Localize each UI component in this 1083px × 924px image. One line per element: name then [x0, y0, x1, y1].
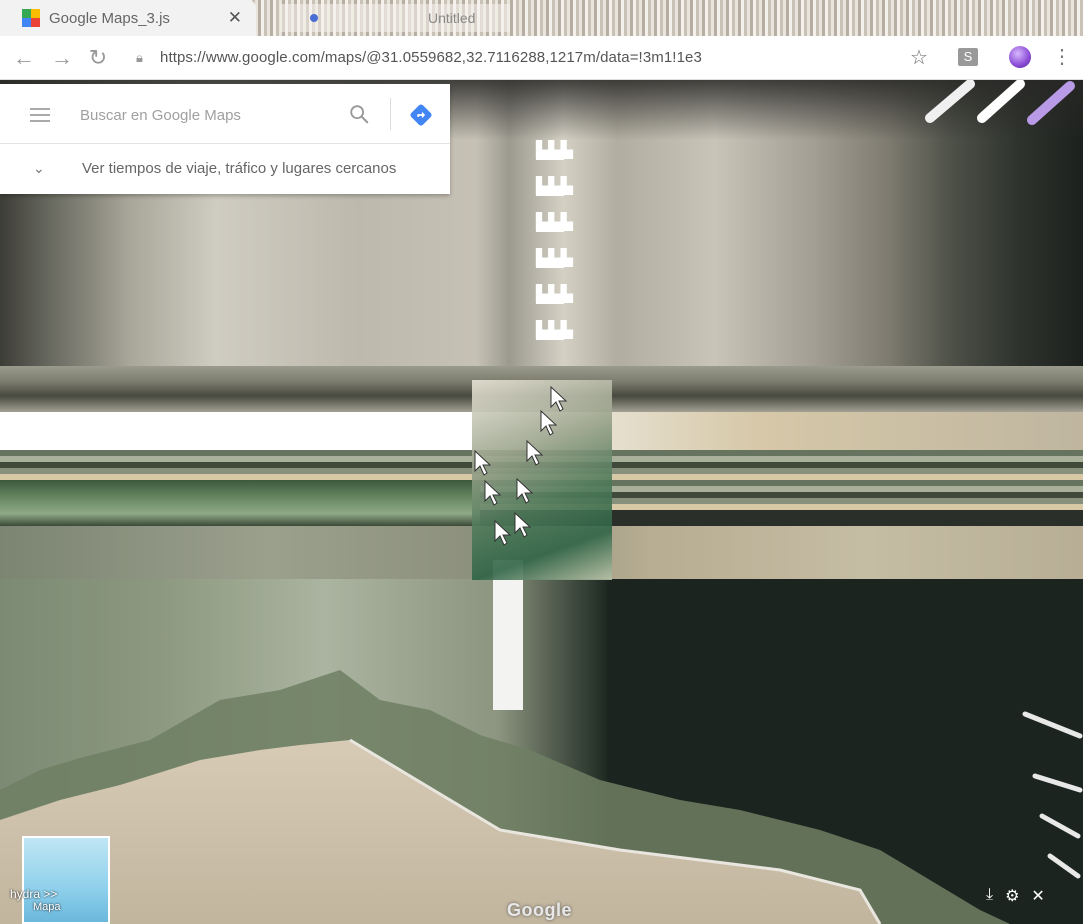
google-watermark: Google: [507, 900, 572, 920]
cursor-arrow-icon: [474, 450, 492, 476]
map-canvas[interactable]: ▙▙▙ ▙▙▙ ▙▙▙ ▙▙▙ ▙▙▙ ▙▙▙: [0, 80, 1083, 924]
download-icon[interactable]: ⤓: [986, 886, 993, 906]
browser-toolbar: ← → ↻ 🔒︎ https://www.google.com/maps/@31…: [0, 36, 1083, 80]
map-texture: [0, 480, 480, 528]
map-texture: [493, 560, 523, 710]
nearby-toggle[interactable]: ⌄ Ver tiempos de viaje, tráfico y lugare…: [0, 144, 450, 194]
factory-icon[interactable]: ▙▙▙: [536, 214, 573, 232]
tab-close-icon[interactable]: ✕: [228, 8, 242, 28]
arrow-right-icon: →: [51, 45, 73, 70]
layer-label: hydra >>: [10, 887, 58, 901]
layer-label-map: Mapa: [33, 901, 61, 913]
factory-icon[interactable]: ▙▙▙: [536, 142, 573, 160]
extension-button[interactable]: S: [958, 48, 978, 66]
tab-google-maps[interactable]: Google Maps_3.js ✕: [0, 0, 256, 36]
search-divider: [390, 98, 391, 130]
tab-title-untitled: Untitled: [428, 10, 476, 26]
cursor-arrow-icon: [526, 440, 544, 466]
tab-favicon-icon: [310, 14, 318, 22]
marker-stack: ▙▙▙ ▙▙▙ ▙▙▙ ▙▙▙ ▙▙▙ ▙▙▙: [536, 142, 576, 358]
cursor-arrow-icon: [484, 480, 502, 506]
hamburger-menu-icon[interactable]: [30, 108, 50, 122]
chevron-down-icon: ⌄: [33, 160, 45, 176]
search-input[interactable]: [80, 102, 330, 128]
arrow-left-icon: ←: [13, 45, 35, 70]
cursor-arrow-icon: [494, 520, 512, 546]
directions-icon[interactable]: [410, 104, 432, 126]
search-box: ⌄ Ver tiempos de viaje, tráfico y lugare…: [0, 84, 450, 194]
cursor-arrow-icon: [540, 410, 558, 436]
back-button[interactable]: ←: [12, 46, 36, 70]
settings-icon[interactable]: ⚙: [1005, 886, 1019, 906]
reload-icon: ↻: [88, 45, 108, 70]
gem-extension-icon[interactable]: [1009, 46, 1031, 68]
address-bar[interactable]: https://www.google.com/maps/@31.0559682,…: [160, 49, 702, 66]
menu-icon[interactable]: ⋮: [1052, 44, 1072, 69]
forward-button[interactable]: →: [50, 46, 74, 70]
tab-untitled[interactable]: Untitled: [280, 4, 510, 32]
tab-strip: Google Maps_3.js ✕ Untitled: [0, 0, 1083, 36]
cursor-arrow-icon: [514, 512, 532, 538]
factory-icon[interactable]: ▙▙▙: [536, 286, 573, 304]
nearby-hint: Ver tiempos de viaje, tráfico y lugares …: [82, 160, 397, 177]
google-maps-favicon-icon: [22, 9, 40, 27]
search-icon[interactable]: [348, 103, 370, 125]
cursor-arrow-icon: [516, 478, 534, 504]
coastline: [0, 670, 1010, 924]
reload-button[interactable]: ↻: [86, 46, 110, 70]
lock-icon: 🔒︎: [136, 50, 143, 65]
close-icon[interactable]: ✕: [1031, 886, 1044, 906]
factory-icon[interactable]: ▙▙▙: [536, 250, 573, 268]
star-icon[interactable]: ☆: [910, 45, 928, 70]
tab-title: Google Maps_3.js: [49, 9, 170, 27]
cursor-arrow-icon: [550, 386, 568, 412]
glitch-stripes: [925, 80, 1075, 125]
glitch-stripes: [1022, 711, 1083, 879]
map-controls: ⤓ ⚙ ✕: [986, 886, 1045, 906]
search-row: [0, 84, 450, 144]
factory-icon[interactable]: ▙▙▙: [536, 322, 573, 340]
factory-icon[interactable]: ▙▙▙: [536, 178, 573, 196]
